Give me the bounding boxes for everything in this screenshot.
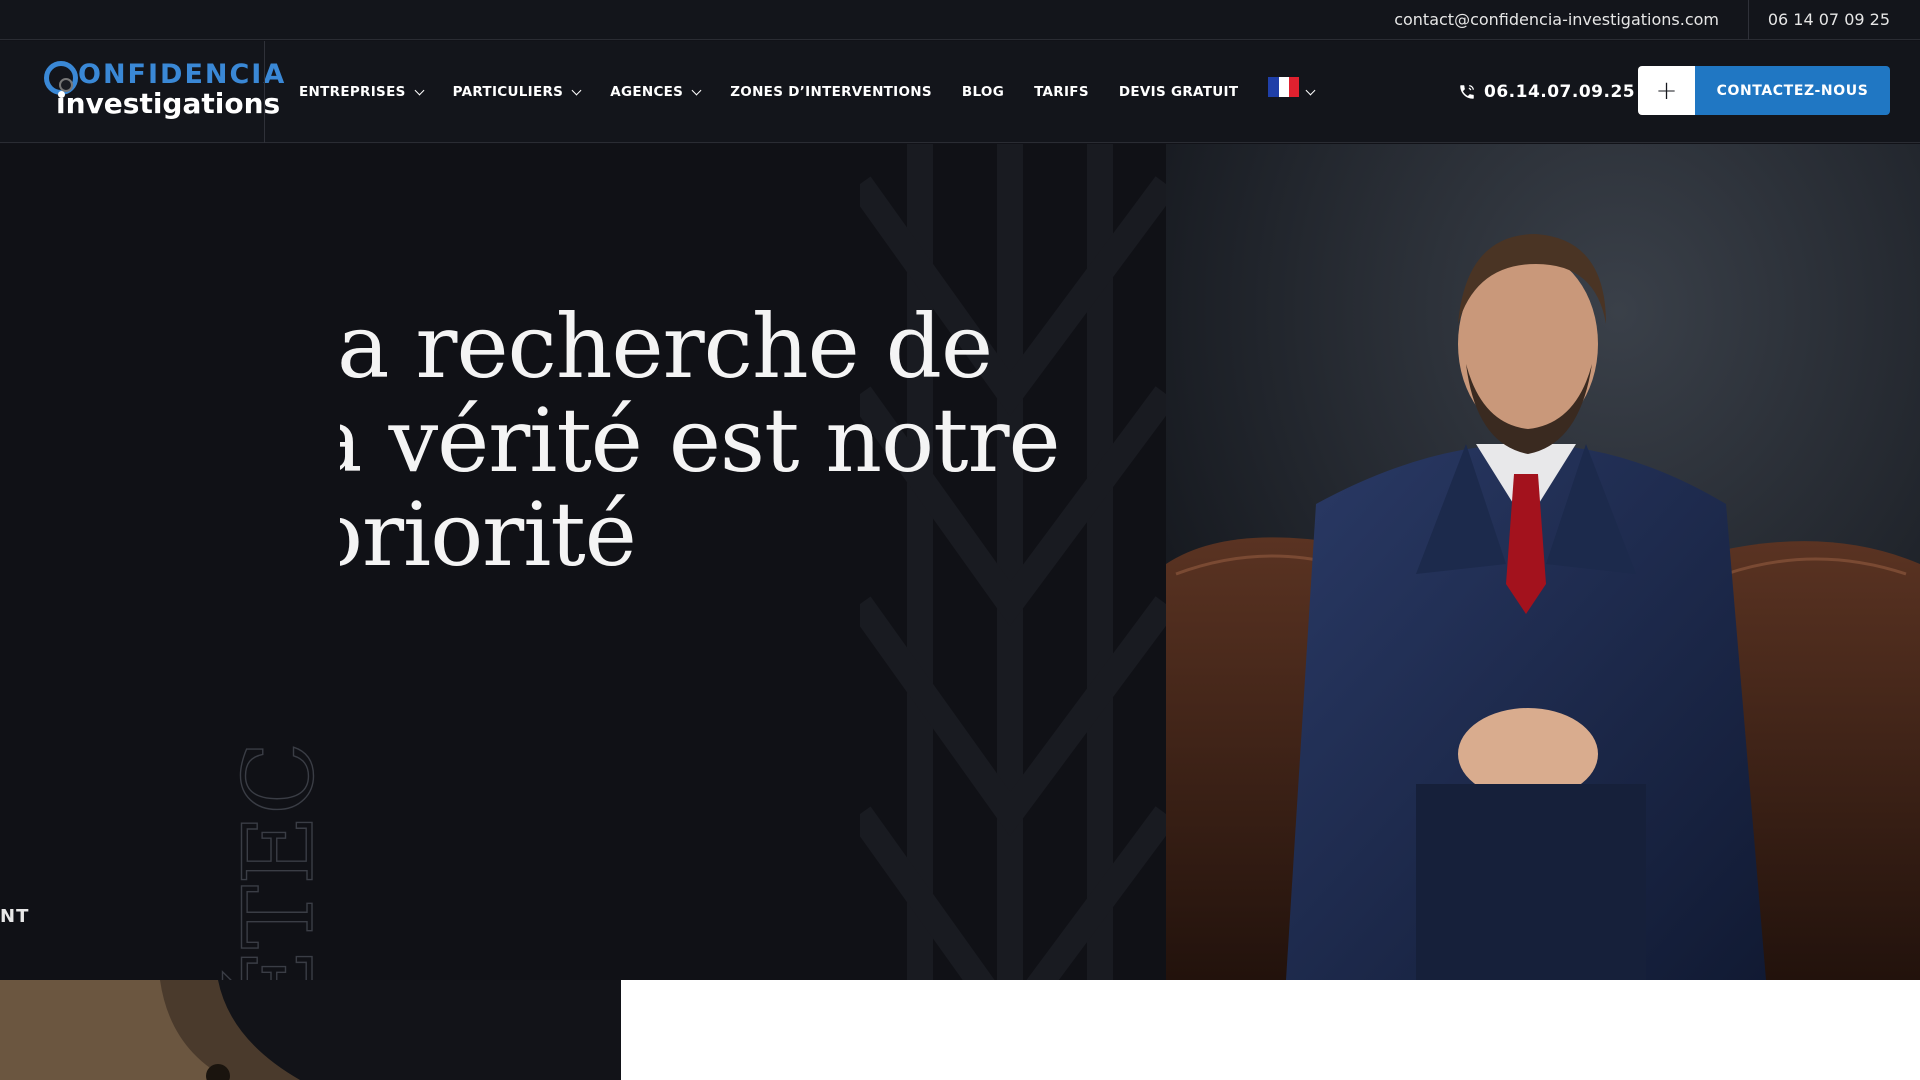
fr-flag-icon [1268, 77, 1300, 97]
hero-title-line-1: .a recherche de [340, 295, 993, 398]
hero-title: .a recherche de a vérité est notre orior… [340, 144, 1160, 604]
hero-title-line-2: a vérité est notre [340, 389, 1061, 492]
bottom-decorative-image [0, 980, 621, 1080]
topbar-phone-link[interactable]: 06 14 07 09 25 [1768, 0, 1890, 40]
bottom-image-panel [0, 980, 621, 1080]
main-header: ONFIDENCIA ı nvestigations ENTREPRISES PA… [0, 41, 1920, 143]
contact-us-button[interactable]: CONTACTEZ-NOUS [1695, 66, 1890, 115]
bottom-content-panel [621, 980, 1920, 1080]
header-divider [264, 41, 265, 143]
nav-zones-interventions[interactable]: ZONES D’INTERVENTIONS [730, 84, 932, 100]
header-phone-link[interactable]: 06.14.07.09.25 [1458, 41, 1635, 143]
main-nav: ENTREPRISES PARTICULIERS AGENCES ZONES D… [299, 41, 1344, 143]
top-bar: contact@confidencia-investigations.com 0… [0, 0, 1920, 40]
header-phone-number: 06.14.07.09.25 [1484, 82, 1636, 102]
nav-entreprises[interactable]: ENTREPRISES [299, 84, 425, 100]
nav-blog[interactable]: BLOG [962, 84, 1004, 100]
chevron-down-icon [691, 85, 702, 95]
site-logo[interactable]: ONFIDENCIA ı nvestigations [44, 59, 284, 123]
nav-tarifs[interactable]: TARIFS [1034, 84, 1089, 100]
nav-particuliers[interactable]: PARTICULIERS [453, 84, 582, 100]
chevron-down-icon [571, 85, 582, 95]
side-text: NT [0, 906, 30, 927]
language-selector[interactable] [1268, 77, 1316, 97]
chevron-down-icon [1305, 85, 1316, 95]
contact-email-link[interactable]: contact@confidencia-investigations.com [1394, 0, 1733, 40]
phone-icon [1460, 85, 1474, 99]
hero-section: .a recherche de a vérité est notre orior… [0, 144, 1920, 980]
topbar-divider [1748, 0, 1749, 40]
hero-photo-detective [1166, 144, 1920, 980]
nav-agences[interactable]: AGENCES [610, 84, 702, 100]
logo-line-1: ONFIDENCIA [78, 59, 287, 90]
detective-photo-illustration [1166, 144, 1920, 980]
chevron-down-icon [414, 85, 425, 95]
hero-title-line-3: oriorité [340, 483, 637, 586]
logo-line-2: ı nvestigations [56, 87, 281, 120]
vertical-outline-word: DÉTEC [222, 741, 335, 980]
svg-text:DÉTEC: DÉTEC [223, 741, 335, 980]
plus-button[interactable]: + [1638, 66, 1695, 115]
nav-devis-gratuit[interactable]: DEVIS GRATUIT [1119, 84, 1239, 100]
